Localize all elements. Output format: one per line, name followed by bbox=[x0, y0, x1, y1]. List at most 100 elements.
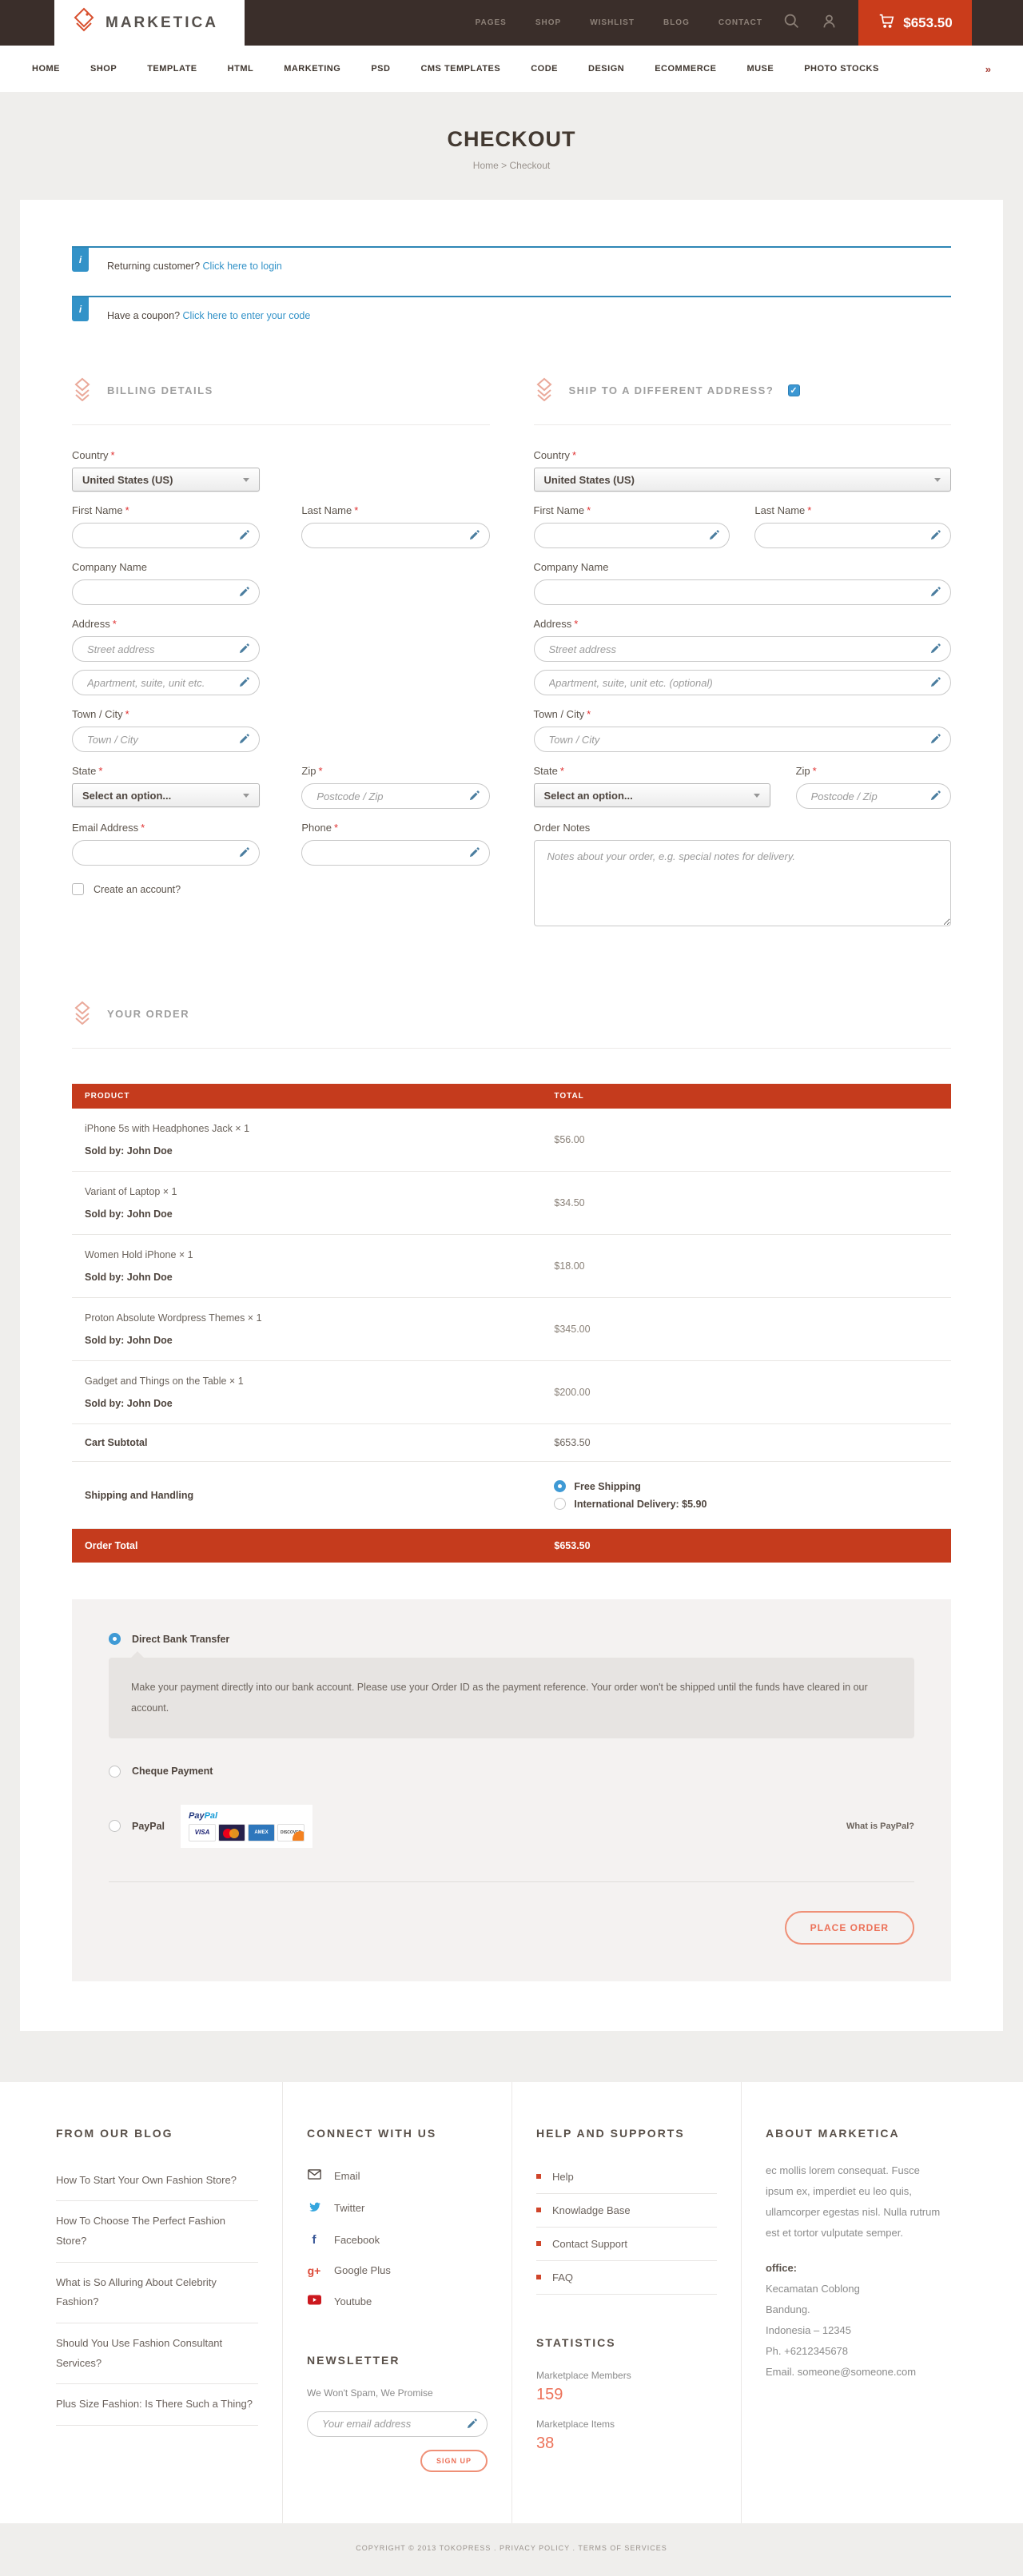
free-shipping-option[interactable]: Free Shipping bbox=[554, 1480, 938, 1492]
help-link[interactable]: Help bbox=[536, 2160, 717, 2194]
nav-code[interactable]: CODE bbox=[531, 64, 558, 74]
billing-first-name-input[interactable] bbox=[72, 523, 260, 548]
required-mark: * bbox=[354, 504, 358, 516]
bank-transfer-option[interactable]: Direct Bank Transfer bbox=[109, 1633, 914, 1645]
social-twitter-link[interactable]: Twitter bbox=[307, 2192, 488, 2224]
billing-apartment-input[interactable] bbox=[72, 670, 260, 695]
nav-more-chevron[interactable]: » bbox=[985, 63, 991, 75]
shipping-state-select[interactable]: Select an option... bbox=[534, 783, 771, 807]
billing-zip-input[interactable] bbox=[301, 783, 489, 809]
international-delivery-option[interactable]: International Delivery: $5.90 bbox=[554, 1498, 938, 1510]
brand-name: MARKETICA bbox=[105, 14, 218, 32]
blog-link[interactable]: Plus Size Fashion: Is There Such a Thing… bbox=[56, 2384, 258, 2426]
nav-home[interactable]: HOME bbox=[32, 64, 60, 74]
sign-up-button[interactable]: SIGN UP bbox=[420, 2450, 488, 2472]
shipping-town-label: Town / City* bbox=[534, 708, 952, 720]
your-order-title: YOUR ORDER bbox=[107, 1008, 189, 1020]
required-mark: * bbox=[807, 504, 811, 516]
billing-last-name-input[interactable] bbox=[301, 523, 489, 548]
place-order-button[interactable]: PLACE ORDER bbox=[785, 1911, 914, 1945]
shipping-country-select[interactable]: United States (US) bbox=[534, 468, 952, 492]
social-facebook-link[interactable]: f Facebook bbox=[307, 2224, 488, 2255]
social-email-link[interactable]: Email bbox=[307, 2160, 488, 2192]
account-icon[interactable] bbox=[821, 13, 838, 34]
top-nav-wishlist[interactable]: WISHLIST bbox=[590, 18, 635, 27]
billing-email-input[interactable] bbox=[72, 840, 260, 866]
required-mark: * bbox=[587, 708, 591, 720]
shipping-first-name-input[interactable] bbox=[534, 523, 730, 548]
product-name: Gadget and Things on the Table × 1 bbox=[85, 1376, 554, 1387]
nav-psd[interactable]: PSD bbox=[371, 64, 390, 74]
breadcrumb-home[interactable]: Home bbox=[473, 160, 499, 171]
radio-unselected[interactable] bbox=[109, 1766, 121, 1778]
terms-link[interactable]: TERMS OF SERVICES bbox=[578, 2544, 667, 2552]
radio-unselected[interactable] bbox=[554, 1498, 566, 1510]
create-account-checkbox[interactable] bbox=[72, 883, 84, 895]
billing-state-select[interactable]: Select an option... bbox=[72, 783, 260, 807]
nav-muse[interactable]: MUSE bbox=[746, 64, 774, 74]
billing-company-input[interactable] bbox=[72, 579, 260, 605]
social-youtube-link[interactable]: Youtube bbox=[307, 2286, 488, 2317]
coupon-link[interactable]: Click here to enter your code bbox=[183, 310, 311, 321]
office-line: Kecamatan Coblong bbox=[766, 2279, 946, 2299]
knowledge-base-link[interactable]: Knowladge Base bbox=[536, 2194, 717, 2228]
nav-photo-stocks[interactable]: PHOTO STOCKS bbox=[804, 64, 879, 74]
paypal-label: PayPal bbox=[132, 1821, 165, 1832]
nav-marketing[interactable]: MARKETING bbox=[284, 64, 340, 74]
order-notes-label: Order Notes bbox=[534, 822, 952, 834]
faq-link[interactable]: FAQ bbox=[536, 2261, 717, 2295]
blog-link[interactable]: How To Start Your Own Fashion Store? bbox=[56, 2160, 258, 2202]
stat-label: Marketplace Items bbox=[536, 2419, 717, 2430]
nav-ecommerce[interactable]: ECOMMERCE bbox=[655, 64, 716, 74]
login-link[interactable]: Click here to login bbox=[203, 261, 282, 272]
radio-unselected[interactable] bbox=[109, 1820, 121, 1832]
shipping-apartment-input[interactable] bbox=[534, 670, 952, 695]
nav-template[interactable]: TEMPLATE bbox=[147, 64, 197, 74]
top-nav-contact[interactable]: CONTACT bbox=[718, 18, 762, 27]
search-icon[interactable] bbox=[783, 13, 800, 34]
paypal-acceptance-mark: PayPal VISA AMEX DISCOVER bbox=[181, 1805, 312, 1848]
required-mark: * bbox=[98, 765, 102, 777]
blog-link[interactable]: What is So Alluring About Celebrity Fash… bbox=[56, 2263, 258, 2323]
nav-cms-templates[interactable]: CMS TEMPLATES bbox=[420, 64, 500, 74]
billing-street-input[interactable] bbox=[72, 636, 260, 662]
shipping-last-name-input[interactable] bbox=[754, 523, 951, 548]
category-nav: HOME SHOP TEMPLATE HTML MARKETING PSD CM… bbox=[0, 46, 1023, 92]
bank-transfer-label: Direct Bank Transfer bbox=[132, 1634, 229, 1645]
what-is-paypal-link[interactable]: What is PayPal? bbox=[846, 1822, 914, 1831]
shipping-street-input[interactable] bbox=[534, 636, 952, 662]
logo[interactable]: MARKETICA bbox=[54, 0, 245, 46]
nav-design[interactable]: DESIGN bbox=[588, 64, 624, 74]
top-nav-pages[interactable]: PAGES bbox=[476, 18, 507, 27]
blog-link[interactable]: Should You Use Fashion Consultant Servic… bbox=[56, 2323, 258, 2384]
top-nav-shop[interactable]: SHOP bbox=[535, 18, 561, 27]
radio-selected[interactable] bbox=[109, 1633, 121, 1645]
shipping-zip-input[interactable] bbox=[796, 783, 951, 809]
order-notes-textarea[interactable] bbox=[534, 840, 952, 926]
paypal-option[interactable]: PayPal PayPal VISA AMEX DISCOVER What is… bbox=[109, 1805, 914, 1848]
nav-shop[interactable]: SHOP bbox=[90, 64, 117, 74]
top-nav-blog[interactable]: BLOG bbox=[663, 18, 690, 27]
contact-support-link[interactable]: Contact Support bbox=[536, 2228, 717, 2261]
dot-separator: . bbox=[573, 2544, 576, 2552]
facebook-icon: f bbox=[307, 2233, 321, 2247]
checkout-card: i Returning customer? Click here to logi… bbox=[20, 200, 1003, 2031]
newsletter-email-input[interactable] bbox=[307, 2411, 488, 2437]
billing-town-input[interactable] bbox=[72, 727, 260, 752]
cart-button[interactable]: $653.50 bbox=[858, 0, 972, 46]
billing-phone-input[interactable] bbox=[301, 840, 489, 866]
privacy-policy-link[interactable]: PRIVACY POLICY bbox=[500, 2544, 570, 2552]
social-googleplus-link[interactable]: g+ Google Plus bbox=[307, 2255, 488, 2286]
cheque-payment-option[interactable]: Cheque Payment bbox=[109, 1766, 914, 1778]
radio-selected[interactable] bbox=[554, 1480, 566, 1492]
shipping-town-input[interactable] bbox=[534, 727, 952, 752]
shipping-company-input[interactable] bbox=[534, 579, 952, 605]
blog-link[interactable]: How To Choose The Perfect Fashion Store? bbox=[56, 2201, 258, 2262]
billing-country-select[interactable]: United States (US) bbox=[72, 468, 260, 492]
shipping-company-label: Company Name bbox=[534, 561, 952, 573]
square-bullet-icon bbox=[536, 2208, 541, 2212]
billing-phone-label: Phone* bbox=[301, 822, 489, 834]
nav-html[interactable]: HTML bbox=[228, 64, 254, 74]
table-row: Proton Absolute Wordpress Themes × 1Sold… bbox=[72, 1298, 951, 1361]
ship-different-checkbox[interactable]: ✓ bbox=[788, 384, 800, 396]
